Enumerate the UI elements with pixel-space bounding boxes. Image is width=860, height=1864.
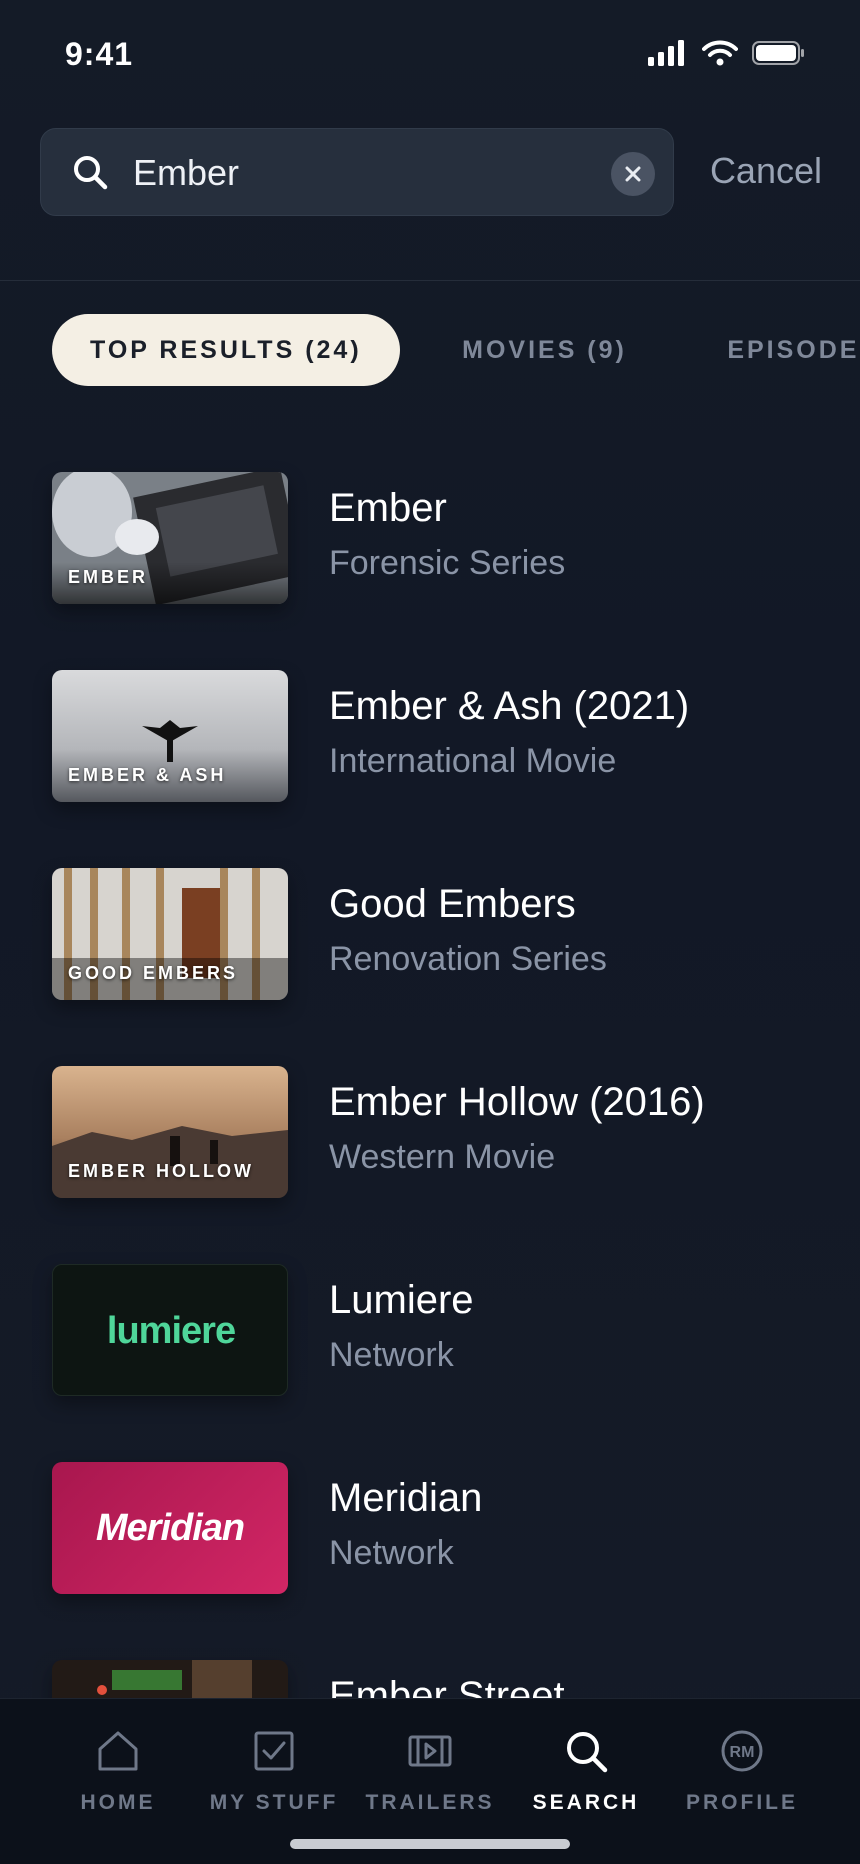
- cellular-signal-icon: [648, 40, 684, 66]
- search-input[interactable]: [133, 147, 613, 199]
- wifi-icon: [702, 40, 738, 66]
- results-list: EMBER Ember Forensic Series EMBER & ASH …: [52, 472, 860, 1858]
- home-indicator: [290, 1839, 570, 1849]
- result-subtitle: Network: [329, 1336, 454, 1374]
- battery-icon: [752, 41, 804, 65]
- thumbnail-label: GOOD EMBERS: [68, 963, 239, 983]
- filter-tabs: TOP RESULTS (24) MOVIES (9) EPISODES: [52, 314, 860, 386]
- home-icon: [98, 1731, 138, 1771]
- avatar-initials: RM: [730, 1744, 755, 1761]
- search-icon: [74, 156, 108, 190]
- avatar-icon: RM: [721, 1730, 763, 1772]
- result-title: Ember & Ash (2021): [329, 684, 690, 728]
- result-title: Good Embers: [329, 882, 576, 926]
- meridian-logo: Meridian: [95, 1506, 245, 1549]
- result-thumbnail: EMBER: [52, 472, 288, 604]
- divider: [0, 280, 860, 281]
- result-thumbnail: EMBER HOLLOW: [52, 1066, 288, 1198]
- result-item[interactable]: EMBER & ASH Ember & Ash (2021) Internati…: [52, 670, 860, 802]
- result-subtitle: Forensic Series: [329, 544, 566, 582]
- status-time: 9:41: [65, 36, 134, 72]
- nav-label: MY STUFF: [209, 1791, 339, 1814]
- result-title: Ember Hollow (2016): [329, 1080, 705, 1124]
- tab-movies[interactable]: MOVIES (9): [424, 314, 665, 386]
- close-icon: [625, 166, 641, 182]
- result-item[interactable]: lumiere Lumiere Network: [52, 1264, 860, 1396]
- result-item[interactable]: GOOD EMBERS Good Embers Renovation Serie…: [52, 868, 860, 1000]
- lumiere-logo: lumiere: [106, 1309, 236, 1352]
- tab-episodes[interactable]: EPISODES: [689, 314, 860, 386]
- result-title: Ember: [329, 486, 447, 530]
- nav-label: TRAILERS: [365, 1791, 495, 1814]
- result-thumbnail: lumiere: [52, 1264, 288, 1396]
- result-item[interactable]: Meridian Meridian Network: [52, 1462, 860, 1594]
- result-title: Meridian: [329, 1476, 483, 1520]
- bottom-tab-bar: HOME MY STUFF TRAILERS SEARCH RM PROFILE: [0, 1698, 860, 1864]
- search-row: Cancel: [40, 128, 822, 218]
- result-subtitle: International Movie: [329, 742, 617, 780]
- result-subtitle: Western Movie: [329, 1138, 556, 1176]
- result-thumbnail: Meridian: [52, 1462, 288, 1594]
- nav-search[interactable]: SEARCH: [508, 1699, 664, 1829]
- thumbnail-label: EMBER HOLLOW: [68, 1161, 254, 1181]
- nav-profile[interactable]: RM PROFILE: [664, 1699, 820, 1829]
- checkbox-icon: [254, 1731, 294, 1771]
- result-subtitle: Renovation Series: [329, 940, 607, 978]
- nav-my-stuff[interactable]: MY STUFF: [196, 1699, 352, 1829]
- cancel-button[interactable]: Cancel: [710, 150, 822, 192]
- play-frame-icon: [408, 1735, 452, 1767]
- nav-home[interactable]: HOME: [40, 1699, 196, 1829]
- clear-search-button[interactable]: [611, 152, 655, 196]
- status-bar: 9:41: [0, 0, 860, 110]
- thumbnail-label: EMBER & ASH: [68, 765, 227, 785]
- nav-label: HOME: [80, 1791, 156, 1814]
- status-icons: [648, 40, 806, 66]
- nav-trailers[interactable]: TRAILERS: [352, 1699, 508, 1829]
- result-item[interactable]: EMBER HOLLOW Ember Hollow (2016) Western…: [52, 1066, 860, 1198]
- result-thumbnail: GOOD EMBERS: [52, 868, 288, 1000]
- tab-top-results[interactable]: TOP RESULTS (24): [52, 314, 400, 386]
- thumbnail-label: EMBER: [68, 567, 149, 587]
- result-subtitle: Network: [329, 1534, 454, 1572]
- nav-label: PROFILE: [685, 1791, 798, 1814]
- result-thumbnail: EMBER & ASH: [52, 670, 288, 802]
- nav-label: SEARCH: [532, 1791, 640, 1814]
- result-title: Lumiere: [329, 1278, 474, 1322]
- result-item[interactable]: EMBER Ember Forensic Series: [52, 472, 860, 604]
- search-icon: [567, 1732, 608, 1773]
- search-box[interactable]: [40, 128, 674, 216]
